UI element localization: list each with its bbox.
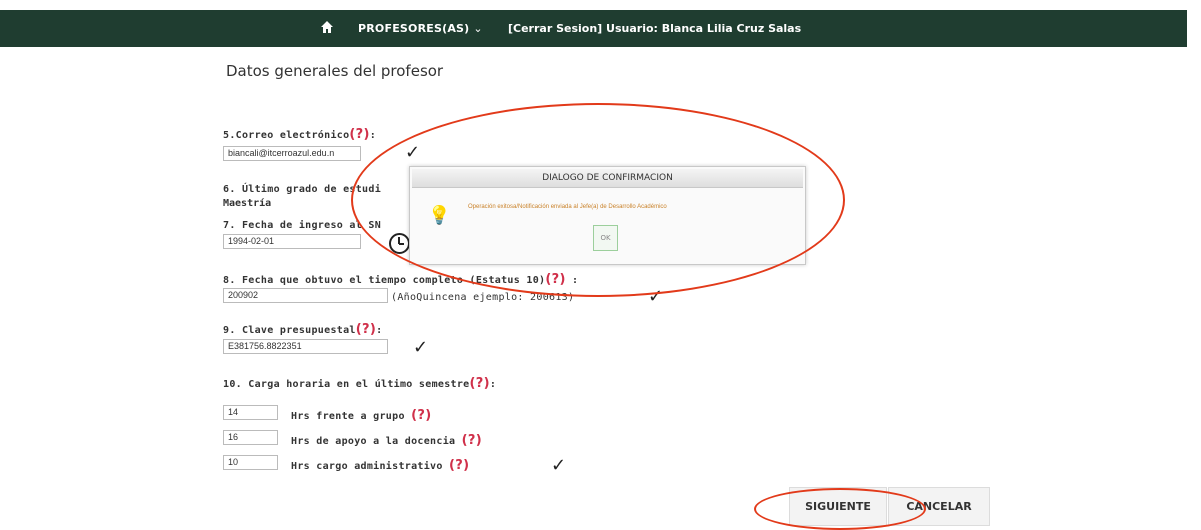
session-link[interactable]: [Cerrar Sesion] Usuario: Blanca Lilia Cr… xyxy=(508,22,801,35)
ok-button[interactable]: OK xyxy=(593,225,618,251)
hrs-frente-field[interactable]: 14 xyxy=(223,405,278,420)
hrs-apoyo-label: Hrs de apoyo a la docencia (?) xyxy=(291,433,482,448)
fecha-tiempo-hint: (AñoQuincena ejemplo: 200613) xyxy=(391,292,575,303)
cancel-button[interactable]: CANCELAR xyxy=(888,487,990,526)
page-title: Datos generales del profesor xyxy=(226,62,444,80)
home-icon[interactable] xyxy=(320,20,334,34)
check-icon: ✓ xyxy=(648,286,664,307)
clave-label: 9. Clave presupuestal(?): xyxy=(223,322,383,337)
hrs-cargo-label: Hrs cargo administrativo (?) xyxy=(291,458,470,473)
check-icon: ✓ xyxy=(405,142,421,163)
help-icon[interactable]: (?) xyxy=(545,272,565,287)
help-icon[interactable]: (?) xyxy=(356,322,376,337)
email-label: 5.Correo electrónico(?): xyxy=(223,127,377,142)
help-icon[interactable]: (?) xyxy=(462,433,482,448)
chevron-down-icon: ⌄ xyxy=(473,22,483,35)
help-icon[interactable]: (?) xyxy=(470,376,490,391)
lightbulb-icon: 💡 xyxy=(428,205,451,226)
help-icon[interactable]: (?) xyxy=(411,408,431,423)
grado-value: Maestría xyxy=(223,198,272,209)
hrs-apoyo-field[interactable]: 16 xyxy=(223,430,278,445)
check-icon: ✓ xyxy=(551,455,567,476)
next-button[interactable]: SIGUIENTE xyxy=(789,487,887,526)
fecha-ingreso-field[interactable]: 1994-02-01 xyxy=(223,234,361,249)
menu-profesores[interactable]: PROFESORES(AS) ⌄ xyxy=(358,22,483,35)
help-icon[interactable]: (?) xyxy=(349,127,369,142)
dialog-message: Operación exitosa/Notificación enviada a… xyxy=(468,204,667,210)
clave-field[interactable]: E381756.8822351 xyxy=(223,339,388,354)
email-field[interactable]: biancali@itcerroazul.edu.n xyxy=(223,146,361,161)
fecha-tiempo-label: 8. Fecha que obtuvo el tiempo completo (… xyxy=(223,272,579,287)
help-icon[interactable]: (?) xyxy=(449,458,469,473)
confirmation-dialog: DIALOGO DE CONFIRMACION 💡 Operación exit… xyxy=(409,166,806,265)
check-icon: ✓ xyxy=(413,337,429,358)
fecha-tiempo-field[interactable]: 200902 xyxy=(223,288,388,303)
hrs-frente-label: Hrs frente a grupo (?) xyxy=(291,408,432,423)
fecha-ingreso-label: 7. Fecha de ingreso al SN xyxy=(223,220,382,231)
clock-icon[interactable] xyxy=(389,233,410,254)
top-navbar: PROFESORES(AS) ⌄ [Cerrar Sesion] Usuario:… xyxy=(0,10,1187,47)
dialog-title: DIALOGO DE CONFIRMACION xyxy=(412,169,803,188)
grado-label: 6. Último grado de estudi xyxy=(223,184,382,195)
menu-profesores-label: PROFESORES(AS) xyxy=(358,22,470,35)
carga-label: 10. Carga horaria en el último semestre(… xyxy=(223,376,497,391)
hrs-cargo-field[interactable]: 10 xyxy=(223,455,278,470)
